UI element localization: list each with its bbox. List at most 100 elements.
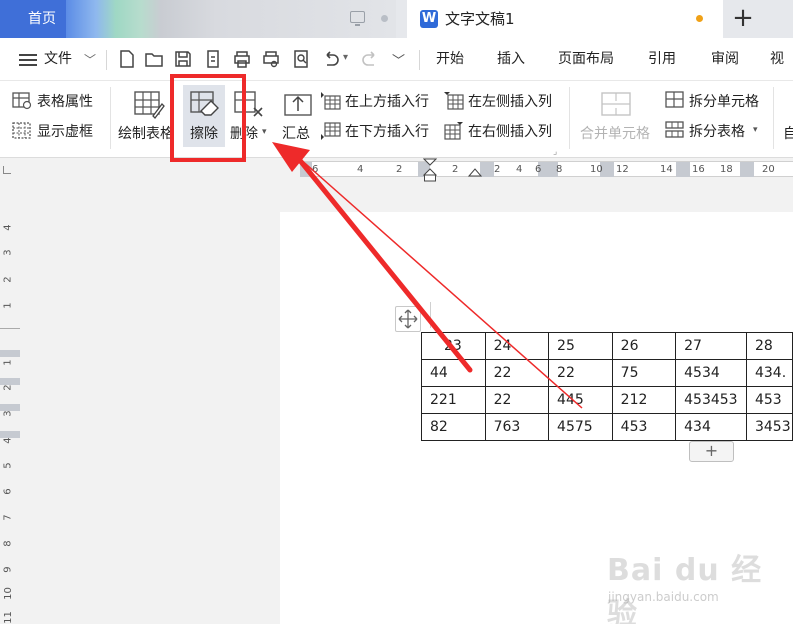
summary-button[interactable]: 汇总 — [280, 89, 316, 149]
table-cell[interactable]: 27 — [675, 332, 747, 360]
vertical-ruler[interactable]: 4 3 2 1 1 2 3 4 5 6 7 8 9 10 11 — [0, 180, 20, 624]
tab-home[interactable]: 首页 — [0, 0, 66, 38]
table-cell[interactable]: 22 — [484, 359, 550, 387]
ruler-number: 10 — [2, 587, 14, 600]
table-properties-icon — [12, 92, 32, 110]
monitor-icon[interactable] — [350, 11, 365, 26]
split-cells-label: 拆分单元格 — [689, 94, 759, 110]
divider — [419, 50, 420, 70]
ruler-marker — [676, 162, 690, 177]
menu-bar: 文件 ﹀ ▾ ﹀ 开始 插入 页面布局 引用 审阅 视图 — [0, 38, 793, 110]
auto-fit-label: 自 — [783, 126, 793, 142]
menu-item-references[interactable]: 引用 — [648, 38, 676, 81]
indent-marker-icon[interactable] — [423, 158, 437, 182]
ruler-number: 14 — [660, 164, 673, 175]
customize-chevron-icon[interactable]: ﹀ — [392, 50, 412, 70]
table-cell[interactable]: 763 — [484, 413, 550, 441]
ruler-marker — [480, 162, 494, 177]
table-cell[interactable]: 4575 — [548, 413, 613, 441]
data-table[interactable]: 23 24 25 26 27 28 44 22 22 75 4534 434. … — [421, 332, 793, 441]
tab-document[interactable]: W 文字文稿1 — [407, 0, 723, 38]
table-cell[interactable]: 75 — [611, 359, 677, 387]
ruler-number: 3 — [2, 410, 14, 417]
redo-icon[interactable] — [360, 49, 380, 69]
table-cell[interactable]: 26 — [611, 332, 677, 360]
export-pdf-icon[interactable] — [203, 49, 223, 69]
save-icon[interactable] — [173, 49, 193, 69]
undo-dropdown-icon[interactable]: ▾ — [343, 52, 353, 72]
table-cell[interactable]: 4534 — [675, 359, 747, 387]
table-cell[interactable]: 22 — [484, 386, 550, 414]
table-cell[interactable]: 44 — [421, 359, 486, 387]
split-table-label: 拆分表格 — [689, 124, 745, 140]
table-cell[interactable]: 3453 — [745, 413, 793, 441]
document-title: 文字文稿1 — [445, 10, 515, 28]
divider — [110, 87, 111, 149]
table-row: 82 763 4575 453 434 3453 — [421, 413, 793, 441]
hamburger-icon[interactable] — [19, 54, 37, 66]
ruler-corner — [3, 166, 11, 174]
add-row-button[interactable]: + — [689, 441, 734, 462]
open-folder-icon[interactable] — [144, 49, 164, 69]
insert-row-above-label: 在上方插入行 — [345, 94, 429, 110]
table-cell[interactable]: 82 — [421, 413, 486, 441]
undo-icon[interactable] — [321, 49, 341, 69]
horizontal-ruler[interactable]: 6 4 2 2 2 4 6 8 10 12 14 16 18 20 — [0, 158, 793, 182]
print-preview-icon[interactable] — [261, 49, 281, 69]
table-cell[interactable]: 221 — [421, 386, 486, 414]
gridlines-icon — [12, 122, 31, 139]
menu-item-start[interactable]: 开始 — [436, 38, 464, 81]
find-icon[interactable] — [291, 49, 311, 69]
ruler-number: 6 — [312, 164, 319, 175]
ruler-number: 18 — [720, 164, 733, 175]
ribbon-expand-icon[interactable]: ⌟ — [553, 147, 557, 157]
table-cell[interactable]: 22 — [548, 359, 613, 387]
watermark-brand: Bai du 经验 — [607, 553, 763, 624]
table-cell[interactable]: 25 — [548, 332, 613, 360]
table-move-handle[interactable] — [395, 306, 421, 332]
menu-item-page-layout[interactable]: 页面布局 — [558, 38, 614, 81]
delete-dropdown-icon: ▾ — [262, 127, 267, 137]
split-table-dropdown-icon: ▾ — [753, 125, 758, 135]
merge-cells-button[interactable]: 合并单元格 — [580, 89, 656, 149]
new-document-icon[interactable] — [117, 49, 137, 69]
table-cell[interactable]: 28 — [745, 332, 793, 360]
print-icon[interactable] — [232, 49, 252, 69]
ruler-strip: 6 4 2 2 2 4 6 8 10 12 14 16 18 20 — [300, 161, 793, 177]
table-cell[interactable]: 434 — [675, 413, 747, 441]
table-cell[interactable]: 453 — [611, 413, 677, 441]
split-table-icon — [665, 121, 684, 138]
ruler-number: 20 — [762, 164, 775, 175]
ruler-number: 4 — [2, 437, 14, 444]
table-cell[interactable]: 453 — [745, 386, 793, 414]
ruler-number: 4 — [2, 224, 14, 231]
draw-table-button[interactable]: 绘制表格 — [118, 89, 176, 149]
ruler-number: 4 — [357, 164, 364, 175]
file-menu[interactable]: 文件 — [44, 38, 72, 81]
table-cell[interactable]: 453453 — [675, 386, 747, 414]
table-row: 23 24 25 26 27 28 — [421, 332, 793, 360]
table-cell[interactable]: 24 — [484, 332, 550, 360]
table-cell[interactable]: 445 — [548, 386, 613, 414]
table-cell[interactable]: 23 — [421, 332, 486, 360]
table-properties-label: 表格属性 — [37, 94, 93, 110]
menu-item-review[interactable]: 审阅 — [711, 38, 739, 81]
auto-fit-button[interactable]: 自 — [783, 123, 793, 143]
merge-cells-icon — [601, 92, 631, 116]
insert-row-below-label: 在下方插入行 — [345, 124, 429, 140]
summary-label: 汇总 — [282, 126, 310, 142]
baidu-watermark: Bai du 经验 — [607, 545, 793, 624]
menu-item-insert[interactable]: 插入 — [497, 38, 525, 81]
merge-cells-label: 合并单元格 — [580, 126, 650, 142]
tab-stop-marker-icon[interactable] — [468, 167, 482, 177]
table-row: 44 22 22 75 4534 434. — [421, 359, 793, 387]
table-cell[interactable]: 212 — [611, 386, 677, 414]
new-tab-button[interactable]: + — [731, 4, 755, 34]
divider — [773, 87, 774, 149]
watermark-url: jingyan.baidu.com — [608, 590, 719, 604]
table-row: 221 22 445 212 453453 453 — [421, 386, 793, 414]
insert-col-right-label: 在右侧插入列 — [468, 124, 552, 140]
annotation-highlight-box — [170, 74, 246, 162]
chevron-down-icon[interactable]: ﹀ — [84, 51, 96, 68]
table-cell[interactable]: 434. — [745, 359, 793, 387]
